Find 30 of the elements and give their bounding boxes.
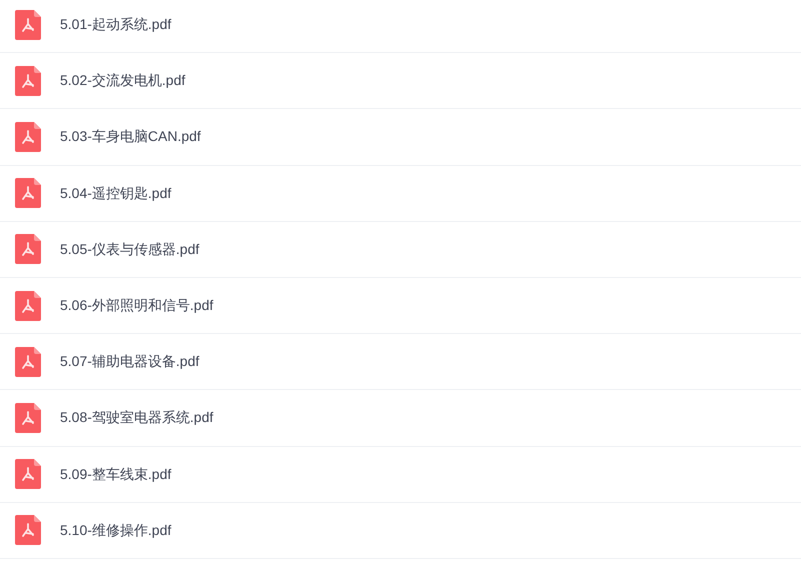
file-row[interactable]: 5.05-仪表与传感器.pdf <box>0 222 801 278</box>
file-name: 5.09-整车线束.pdf <box>60 464 172 484</box>
file-row[interactable]: 5.04-遥控钥匙.pdf <box>0 166 801 222</box>
file-row[interactable]: 5.01-起动系统.pdf <box>0 0 801 54</box>
pdf-file-icon <box>15 178 41 208</box>
pdf-file-icon <box>15 234 41 264</box>
file-name: 5.04-遥控钥匙.pdf <box>60 184 172 203</box>
pdf-file-icon <box>15 66 41 96</box>
file-name: 5.08-驾驶室电器系统.pdf <box>60 408 214 428</box>
pdf-file-icon <box>15 10 41 40</box>
file-name: 5.03-车身电脑CAN.pdf <box>60 127 201 146</box>
file-row[interactable]: 5.02-交流发电机.pdf <box>0 53 801 110</box>
file-name: 5.10-维修操作.pdf <box>60 520 172 540</box>
file-row[interactable]: 5.09-整车线束.pdf <box>0 446 801 503</box>
file-name: 5.05-仪表与传感器.pdf <box>60 240 200 259</box>
file-name: 5.07-辅助电器设备.pdf <box>60 352 200 372</box>
file-row[interactable]: 5.06-外部照明和信号.pdf <box>0 278 801 334</box>
file-row[interactable]: 5.07-辅助电器设备.pdf <box>0 334 801 390</box>
file-row[interactable]: 5.08-驾驶室电器系统.pdf <box>0 390 801 446</box>
pdf-file-icon <box>15 290 41 321</box>
pdf-file-icon <box>15 122 41 152</box>
pdf-file-icon <box>15 402 41 433</box>
pdf-file-icon <box>15 459 41 490</box>
file-name: 5.02-交流发电机.pdf <box>60 71 186 90</box>
file-row[interactable]: 5.10-维修操作.pdf <box>0 502 801 559</box>
pdf-file-icon <box>15 346 41 377</box>
file-name: 5.06-外部照明和信号.pdf <box>60 296 214 316</box>
pdf-file-icon <box>15 515 41 546</box>
file-name: 5.01-起动系统.pdf <box>60 15 172 34</box>
file-row[interactable]: 5.03-车身电脑CAN.pdf <box>0 109 801 166</box>
